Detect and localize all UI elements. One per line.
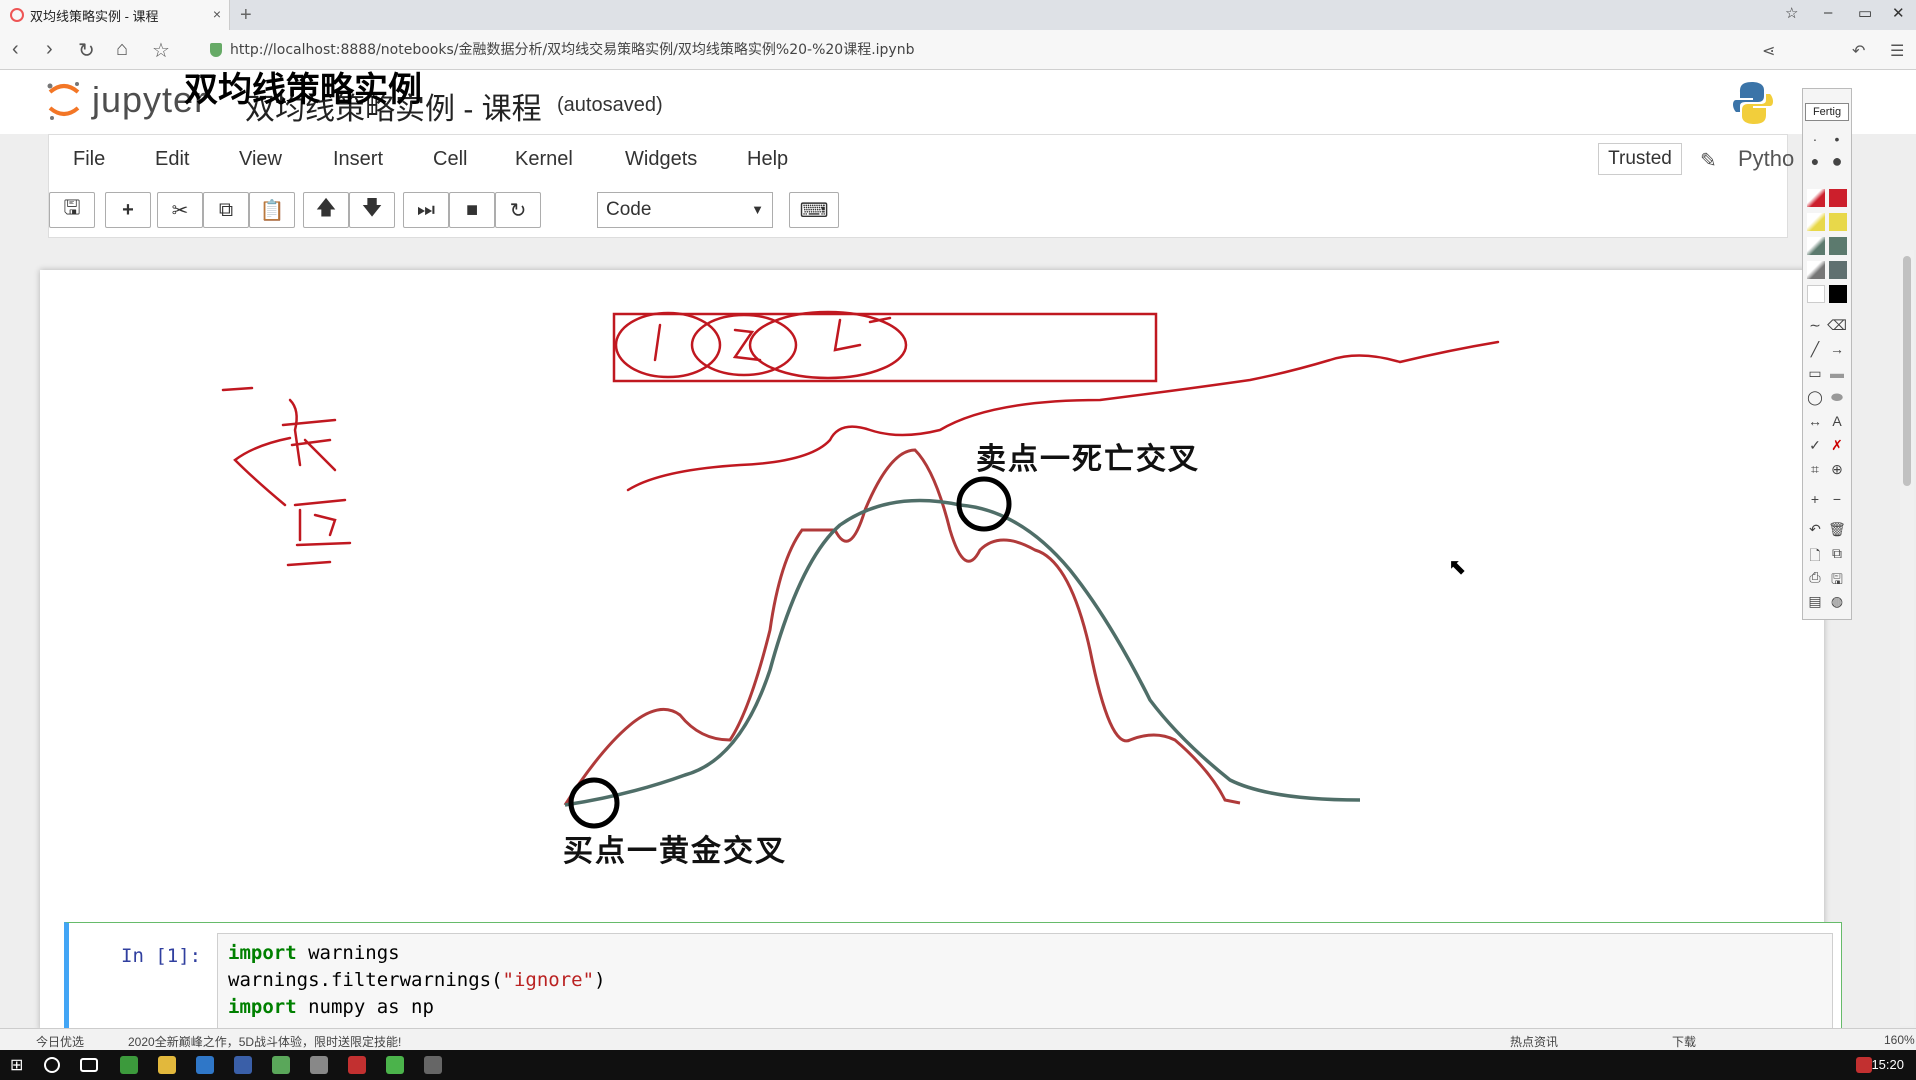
- black-swatch[interactable]: [1829, 285, 1847, 303]
- filled-ellipse-icon[interactable]: ⬬: [1827, 389, 1847, 406]
- check-icon[interactable]: ✓: [1805, 437, 1825, 454]
- status-news[interactable]: 热点资讯: [1510, 1033, 1558, 1050]
- app-green-icon[interactable]: [120, 1056, 138, 1074]
- white-swatch[interactable]: [1807, 285, 1825, 303]
- moving-average-line: [564, 498, 1361, 807]
- windows-start-icon[interactable]: ⊞: [10, 1055, 28, 1074]
- xlarge-dot-icon[interactable]: ●: [1827, 151, 1847, 172]
- medium-dot-icon[interactable]: •: [1827, 131, 1847, 147]
- plus-icon[interactable]: +: [1805, 491, 1825, 507]
- sell-point-label: 卖点一死亡交叉: [976, 443, 1200, 476]
- status-ad[interactable]: 2020全新巅峰之作，5D战斗体验，限时送限定技能!: [128, 1033, 401, 1050]
- code-editor[interactable]: import warnings warnings.filterwarnings(…: [217, 933, 1833, 1033]
- globe-icon[interactable]: ◍: [1827, 593, 1847, 610]
- print-icon[interactable]: ⎙: [1805, 569, 1825, 586]
- app-blue-icon[interactable]: [196, 1056, 214, 1074]
- green-highlighter-swatch[interactable]: [1807, 237, 1825, 255]
- taskbar-clock[interactable]: 15:20: [1871, 1057, 1904, 1072]
- red-highlighter-swatch[interactable]: [1807, 189, 1825, 207]
- arrow-icon[interactable]: →: [1827, 341, 1847, 357]
- crossover-figure: [563, 448, 1361, 829]
- wechat-icon[interactable]: [386, 1056, 404, 1074]
- text-tool-icon[interactable]: A: [1827, 413, 1847, 429]
- filled-rectangle-icon[interactable]: ▬: [1827, 365, 1847, 381]
- undo-icon[interactable]: ↶: [1805, 521, 1825, 538]
- cell-prompt: In [1]:: [121, 945, 202, 967]
- ellipse-icon[interactable]: ◯: [1805, 389, 1825, 406]
- screen-icon[interactable]: ▤: [1805, 593, 1825, 610]
- folder-icon[interactable]: [158, 1056, 176, 1074]
- app-dark-icon[interactable]: [424, 1056, 442, 1074]
- done-button[interactable]: Fertig: [1805, 103, 1849, 121]
- task-view-icon[interactable]: [80, 1058, 98, 1072]
- yellow-highlighter-swatch[interactable]: [1807, 213, 1825, 231]
- trash-icon[interactable]: 🗑: [1827, 521, 1847, 538]
- small-dot-icon[interactable]: ·: [1805, 131, 1825, 147]
- mouse-cursor-icon: ⬉: [1448, 554, 1467, 579]
- app-store-icon[interactable]: [234, 1056, 252, 1074]
- yellow-swatch[interactable]: [1829, 213, 1847, 231]
- annotation-palette: Fertig · • ● ● ∼ ⌫ ╱ → ▭ ▬ ◯ ⬬ ↔ A ✓ ✗ ⌗…: [1802, 88, 1852, 620]
- cross-icon[interactable]: ✗: [1827, 437, 1847, 454]
- green-swatch[interactable]: [1829, 237, 1847, 255]
- code-cell[interactable]: In [1]: import warnings warnings.filterw…: [64, 922, 1842, 1033]
- double-arrow-icon[interactable]: ↔: [1805, 413, 1825, 429]
- gray-swatch[interactable]: [1829, 261, 1847, 279]
- gray-highlighter-swatch[interactable]: [1807, 261, 1825, 279]
- zoom-icon[interactable]: ⊕: [1827, 461, 1847, 478]
- save-icon[interactable]: 🖫: [1827, 569, 1847, 593]
- red-swatch[interactable]: [1829, 189, 1847, 207]
- price-line: [563, 448, 1241, 806]
- app-gray-icon[interactable]: [310, 1056, 328, 1074]
- copy-page-icon[interactable]: ⧉: [1827, 545, 1847, 562]
- status-download[interactable]: 下载: [1672, 1033, 1696, 1050]
- code-line: import warnings: [228, 942, 400, 964]
- crop-icon[interactable]: ⌗: [1805, 461, 1825, 478]
- page-scrollbar[interactable]: [1900, 250, 1914, 1026]
- browser-status-bar: 今日优选 2020全新巅峰之作，5D战斗体验，限时送限定技能! 热点资讯 下载 …: [0, 1028, 1916, 1050]
- minus-icon[interactable]: −: [1827, 491, 1847, 507]
- freehand-icon[interactable]: ∼: [1805, 317, 1825, 334]
- large-dot-icon[interactable]: ●: [1805, 153, 1825, 169]
- eraser-icon[interactable]: ⌫: [1827, 317, 1847, 334]
- app-terminal-icon[interactable]: [272, 1056, 290, 1074]
- status-zoom[interactable]: 160%: [1884, 1033, 1915, 1047]
- ime-icon[interactable]: [1856, 1057, 1872, 1073]
- scrollbar-thumb[interactable]: [1903, 256, 1911, 486]
- line-icon[interactable]: ╱: [1805, 341, 1825, 358]
- status-left[interactable]: 今日优选: [36, 1033, 84, 1050]
- app-red-icon[interactable]: [348, 1056, 366, 1074]
- rectangle-icon[interactable]: ▭: [1805, 365, 1825, 382]
- code-line: warnings.filterwarnings("ignore"): [228, 969, 606, 991]
- windows-taskbar: ⊞ 15:20: [0, 1050, 1916, 1080]
- buy-point-label: 买点一黄金交叉: [563, 835, 787, 868]
- new-page-icon[interactable]: 🗋: [1805, 545, 1825, 569]
- code-line: import numpy as np: [228, 996, 434, 1018]
- search-icon[interactable]: [44, 1057, 60, 1073]
